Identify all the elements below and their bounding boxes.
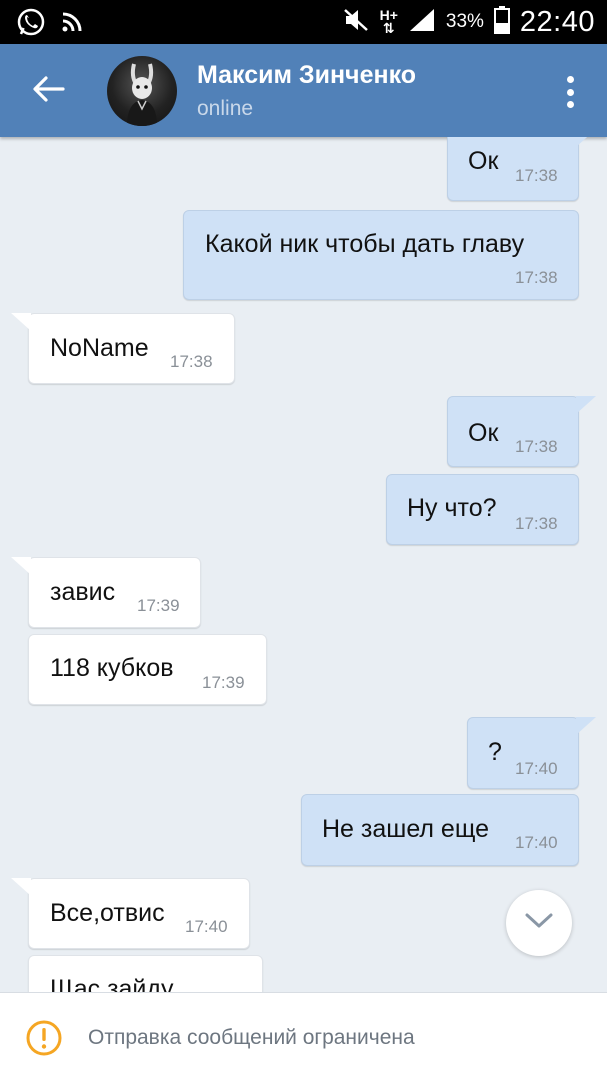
avatar[interactable]: [107, 56, 177, 126]
message-time: 17:40: [515, 833, 558, 852]
message-time: 17:38: [170, 352, 213, 371]
message-time: 17:39: [202, 673, 245, 692]
message-time: 17:38: [515, 514, 558, 533]
back-button[interactable]: [28, 72, 68, 110]
message-time: 17:38: [515, 166, 558, 185]
message-bubble-outgoing[interactable]: Ок 17:38: [447, 396, 596, 467]
message-time: 17:40: [515, 759, 558, 778]
message-text: Все,отвис: [50, 899, 165, 927]
message-text: ?: [488, 738, 502, 766]
message-text: Ок: [468, 147, 499, 175]
message-text: Не зашел еще: [322, 815, 490, 843]
message-bubble-incoming[interactable]: 118 кубков 17:39: [28, 634, 267, 705]
message-bubble-outgoing[interactable]: ? 17:40: [467, 717, 596, 789]
battery-percent: 33%: [445, 11, 484, 32]
message-time: 17:38: [515, 268, 558, 287]
messaging-restricted-bar: Отправка сообщений ограничена: [0, 992, 607, 1080]
rss-icon: [60, 10, 84, 39]
message-time: 17:39: [137, 596, 180, 615]
more-vertical-icon[interactable]: [558, 74, 582, 110]
contact-name[interactable]: Максим Зинченко: [197, 61, 416, 90]
chat-header: Максим Зинченко online: [0, 44, 607, 137]
contact-status: online: [197, 97, 254, 120]
status-bar: H+ ⇅ 33% 22:40: [0, 0, 607, 44]
mute-icon: [342, 7, 370, 38]
warning-icon: [25, 1019, 63, 1057]
network-label: H+: [379, 7, 398, 23]
message-bubble-outgoing[interactable]: Не зашел еще 17:40: [301, 794, 579, 866]
whatsapp-icon: [16, 7, 46, 42]
restriction-notice: Отправка сообщений ограничена: [88, 1026, 415, 1049]
message-bubble-outgoing[interactable]: Какой ник чтобы дать главу 17:38: [183, 210, 579, 300]
message-bubble-incoming[interactable]: NoName 17:38: [11, 313, 235, 384]
back-arrow-icon: [31, 74, 65, 109]
message-list[interactable]: Ок 17:38 Какой ник чтобы дать главу 17:3…: [0, 137, 607, 992]
message-text: NoName: [50, 334, 149, 362]
chevron-down-icon: [524, 912, 554, 935]
message-bubble-incoming[interactable]: Щас зайду: [28, 955, 263, 992]
message-time: 17:40: [185, 917, 228, 936]
message-time: 17:38: [515, 437, 558, 456]
battery-icon: [493, 5, 510, 39]
message-text: завис: [50, 578, 116, 606]
clock: 22:40: [519, 5, 595, 38]
message-text: 118 кубков: [50, 654, 174, 682]
scroll-to-bottom-button[interactable]: [506, 890, 572, 956]
message-bubble-incoming[interactable]: завис 17:39: [11, 557, 201, 628]
message-text: Щас зайду: [50, 975, 174, 992]
message-bubble-outgoing[interactable]: Ок 17:38: [447, 137, 596, 201]
signal-icon: [408, 7, 436, 38]
message-bubble-incoming[interactable]: Все,отвис 17:40: [11, 878, 250, 949]
message-text: Ок: [468, 419, 499, 447]
message-text: Какой ник чтобы дать главу: [205, 230, 525, 258]
message-bubble-outgoing[interactable]: Ну что? 17:38: [386, 474, 579, 545]
message-text: Ну что?: [407, 494, 497, 522]
network-h-plus-icon: H+ ⇅: [379, 7, 398, 36]
